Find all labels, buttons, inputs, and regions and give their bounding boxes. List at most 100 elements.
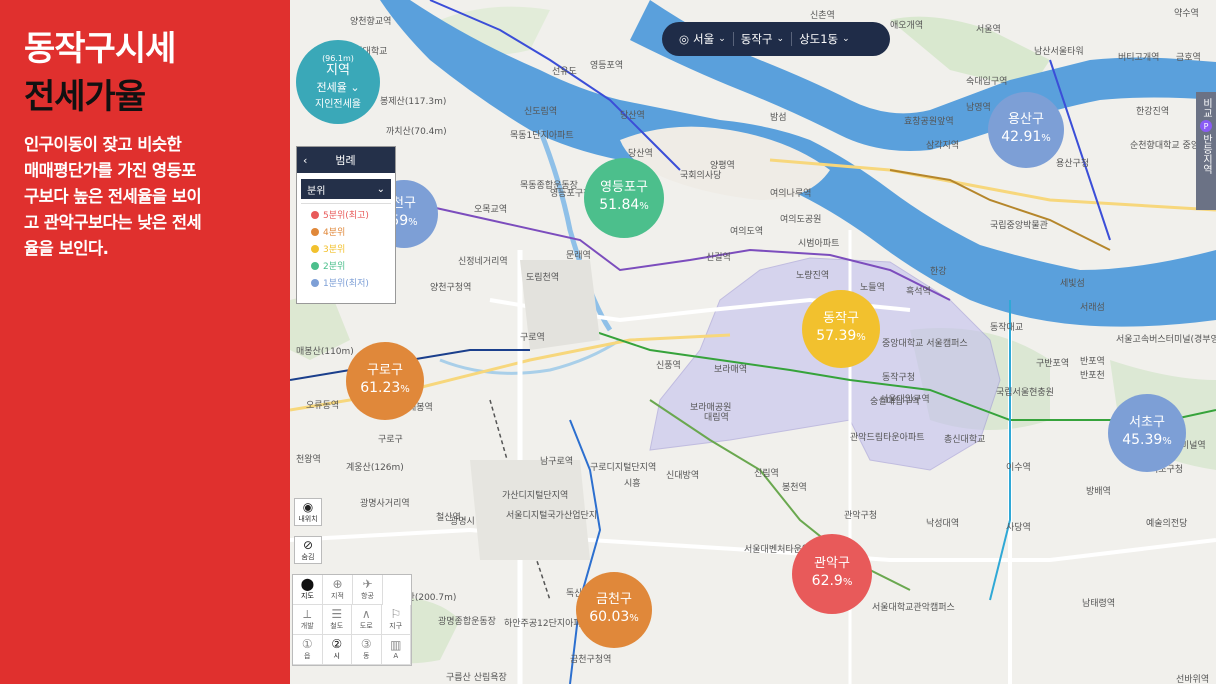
map-label: 문래역: [566, 251, 591, 261]
breadcrumb-district[interactable]: 동작구 ⌄: [734, 31, 791, 47]
map-label: 반포역: [1080, 357, 1105, 367]
tool-aerial[interactable]: ✈ 항공: [353, 575, 383, 605]
district-name: 영등포구: [600, 180, 648, 195]
legend-item: 5분위(최고): [311, 206, 391, 223]
district-name: 동작구: [823, 311, 859, 326]
map-label: 매봉산(110m): [296, 347, 354, 357]
map-label: 봉제산(117.3m): [380, 97, 447, 107]
district-name: 구로구: [367, 363, 403, 378]
map-label: 금호역: [1176, 53, 1201, 63]
compare-side-tab[interactable]: 비교 P 반등지역: [1196, 92, 1216, 210]
map-label: 삼각지역: [926, 141, 960, 151]
map-label: 신대방역: [666, 471, 700, 481]
hide-button[interactable]: ⊘ 숨김: [294, 536, 322, 564]
tool-label: A: [393, 652, 399, 660]
level2-icon: ②: [331, 637, 343, 651]
map-label: 한강: [930, 267, 947, 277]
tool-label: 지적: [331, 592, 344, 600]
region-filter-top: (96.1m): [322, 54, 354, 63]
layer-label[interactable]: 반등지역: [1199, 134, 1214, 174]
district-bubble-gwanak[interactable]: 관악구 62.9%: [792, 534, 872, 614]
tool-label: 동: [363, 652, 370, 660]
map-label: 신촌역: [810, 11, 835, 21]
district-value: 61.23%: [360, 380, 410, 396]
chevron-left-icon[interactable]: ‹: [303, 154, 307, 167]
legend-item-label: 1분위(최저): [323, 279, 369, 289]
district-bubble-dongjak[interactable]: 동작구 57.39%: [802, 290, 880, 368]
tool-cadastral[interactable]: ⊕ 지적: [323, 575, 353, 605]
ppt-badge-icon: P: [1200, 120, 1212, 132]
tool-level-si[interactable]: ②시: [322, 635, 352, 665]
region-filter-bubble[interactable]: (96.1m) 지역 전세율 ⌄ 지인전세율: [296, 40, 380, 124]
map-label: 한강진역: [1136, 107, 1170, 117]
map-label: 천왕역: [296, 455, 321, 465]
map-label: 반포천: [1080, 371, 1105, 381]
tool-level-eup[interactable]: ①읍: [293, 635, 323, 665]
map-label: 남산서울타워: [1034, 47, 1084, 57]
map-label: 효창공원앞역: [904, 117, 954, 127]
map-label: 신림역: [754, 469, 779, 479]
map-canvas[interactable]: 강서대학교영등포역신도림역문래역당산역국회의사당여의나루역여의도역신길역노량진역…: [290, 0, 1216, 684]
legend-select[interactable]: 분위 ⌄: [301, 179, 391, 199]
map-label: 오류동역: [306, 401, 340, 411]
map-label: 숭실대입구역: [870, 397, 920, 407]
legend-swatch: [311, 261, 319, 270]
tool-map[interactable]: ⬤ 지도: [293, 575, 323, 605]
legend-item: 4분위: [311, 223, 391, 240]
map-label: 구름산 산림욕장: [446, 673, 507, 683]
legend-swatch: [311, 244, 319, 253]
map-label: 오목교역: [474, 205, 508, 215]
tool-level-dong[interactable]: ③동: [352, 635, 382, 665]
map-label: 애오개역: [890, 21, 924, 31]
district-value: 51.84%: [599, 197, 649, 213]
tool-label: 철도: [330, 622, 344, 630]
map-label: 선바위역: [1176, 675, 1210, 684]
map-label: 목동종합운동장: [520, 181, 578, 191]
map-label: 밤섬: [770, 113, 787, 123]
level1-icon: ①: [301, 637, 313, 651]
map-label: 보라매공원: [690, 403, 732, 413]
breadcrumb-dong[interactable]: 상도1동 ⌄: [792, 31, 857, 47]
tool-development[interactable]: ⟂ 개발: [293, 605, 323, 635]
map-label: 여의도공원: [780, 215, 822, 225]
tool-apt[interactable]: ▥ A: [381, 635, 411, 665]
map-label: 양천구청역: [430, 283, 472, 293]
map-label: 시범아파트: [798, 239, 840, 249]
map-label: 세빛섬: [1060, 279, 1085, 289]
map-label: 숙대입구역: [966, 77, 1008, 87]
chevron-down-icon: ⌄: [350, 81, 360, 94]
location-breadcrumb[interactable]: ◎ 서울 ⌄ 동작구 ⌄ 상도1동 ⌄: [662, 22, 890, 56]
district-bubble-seocho[interactable]: 서초구 45.39%: [1108, 394, 1186, 472]
pin-icon: ⬤: [300, 577, 315, 591]
breadcrumb-city-label: 서울: [693, 32, 715, 46]
district-bubble-geumcheon[interactable]: 금천구 60.03%: [576, 572, 652, 648]
panel-body-line: 율을 보인다.: [24, 239, 109, 258]
map-label: 노량진역: [796, 271, 830, 281]
zone-icon: ⚐: [390, 607, 402, 621]
district-bubble-yongsan[interactable]: 용산구 42.91%: [988, 92, 1064, 168]
tool-label: 개발: [300, 622, 314, 630]
rail-icon: ☰: [331, 607, 343, 621]
tool-road[interactable]: ∧ 도로: [352, 605, 382, 635]
globe-icon: ⊕: [332, 577, 343, 591]
district-bubble-yeongdeungpo[interactable]: 영등포구 51.84%: [584, 158, 664, 238]
road2-icon: ∧: [361, 607, 371, 621]
map-label: 약수역: [1174, 9, 1199, 19]
breadcrumb-city[interactable]: ◎ 서울 ⌄: [672, 31, 733, 47]
my-location-button[interactable]: ◉ 내위치: [294, 498, 322, 526]
map-label: 이수역: [1006, 463, 1031, 473]
district-value: 62.9%: [811, 573, 853, 589]
map-label: 예술의전당: [1146, 519, 1188, 529]
district-value: 60.03%: [589, 609, 639, 625]
map-label: 서울고속버스터미널(경부영동선): [1116, 335, 1216, 345]
tool-zone[interactable]: ⚐ 지구: [381, 605, 411, 635]
district-name: 서초구: [1129, 415, 1165, 430]
district-value: 45.39%: [1122, 432, 1172, 448]
map-label: 관악드림타운아파트: [850, 433, 925, 443]
region-filter-title: 지역: [326, 63, 350, 78]
region-filter-select[interactable]: 전세율 ⌄: [316, 79, 359, 95]
map-label: 구로역: [520, 333, 545, 343]
tool-rail[interactable]: ☰ 철도: [322, 605, 352, 635]
district-bubble-guro[interactable]: 구로구 61.23%: [346, 342, 424, 420]
compare-label[interactable]: 비교: [1199, 98, 1214, 118]
